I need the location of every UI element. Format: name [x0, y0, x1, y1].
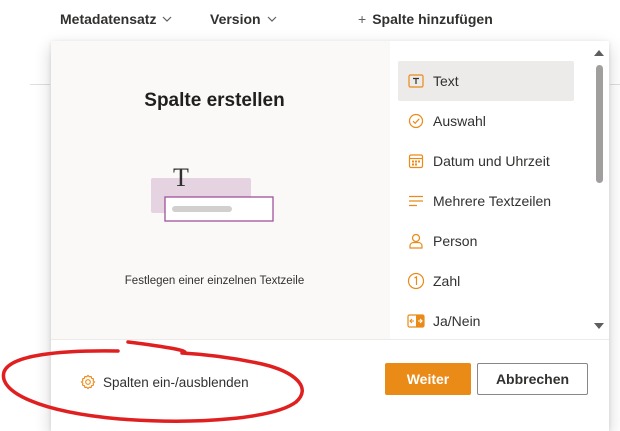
gear-icon	[80, 374, 96, 390]
chevron-down-icon	[267, 16, 277, 22]
column-type-preview: Spalte erstellen T Festlegen einer einze…	[51, 41, 390, 339]
caret-up-icon	[594, 49, 604, 56]
type-item-choice[interactable]: Auswahl	[398, 101, 574, 141]
type-item-label: Datum und Uhrzeit	[433, 153, 550, 169]
type-item-label: Auswahl	[433, 113, 486, 129]
row-divider	[610, 84, 620, 85]
column-header-metadatensatz[interactable]: Metadatensatz	[60, 11, 172, 27]
type-item-number[interactable]: Zahl	[398, 261, 574, 301]
calendar-icon	[407, 152, 425, 170]
type-item-label: Mehrere Textzeilen	[433, 193, 552, 209]
footer-divider	[51, 339, 609, 340]
type-item-label: Zahl	[433, 273, 461, 289]
column-type-list: Text Auswahl Datum und Uhrzeit Mehrere T…	[398, 61, 574, 341]
add-column-label: Spalte hinzufügen	[372, 11, 493, 27]
text-glyph: T	[173, 166, 189, 192]
scrollbar-thumb[interactable]	[596, 65, 603, 183]
row-divider	[30, 84, 50, 85]
column-header-bar: Metadatensatz Version + Spalte hinzufüge…	[0, 0, 620, 41]
yes-no-icon	[407, 312, 425, 330]
number-icon	[407, 272, 425, 290]
type-item-person[interactable]: Person	[398, 221, 574, 261]
next-button[interactable]: Weiter	[385, 363, 471, 395]
type-item-text[interactable]: Text	[398, 61, 574, 101]
scroll-down-arrow[interactable]	[593, 321, 605, 331]
show-hide-columns-link[interactable]: Spalten ein-/ausblenden	[80, 374, 249, 390]
column-header-label: Metadatensatz	[60, 11, 157, 27]
cancel-button[interactable]: Abbrechen	[477, 363, 588, 395]
create-column-panel: Spalte erstellen T Festlegen einer einze…	[51, 41, 609, 431]
caret-down-icon	[594, 322, 604, 329]
person-icon	[407, 232, 425, 250]
scroll-up-arrow[interactable]	[593, 47, 605, 57]
text-icon	[407, 72, 425, 90]
panel-title: Spalte erstellen	[144, 90, 285, 111]
type-item-label: Ja/Nein	[433, 313, 481, 329]
multiline-text-icon	[407, 192, 425, 210]
type-item-label: Text	[433, 73, 459, 89]
type-item-label: Person	[433, 233, 478, 249]
panel-description: Festlegen einer einzelnen Textzeile	[124, 275, 305, 287]
type-item-datetime[interactable]: Datum und Uhrzeit	[398, 141, 574, 181]
column-header-version[interactable]: Version	[210, 11, 277, 27]
choice-icon	[407, 112, 425, 130]
plus-icon: +	[358, 11, 367, 27]
add-column-button[interactable]: + Spalte hinzufügen	[358, 11, 493, 27]
show-hide-columns-label: Spalten ein-/ausblenden	[103, 374, 249, 390]
type-item-yes-no[interactable]: Ja/Nein	[398, 301, 574, 341]
type-item-multiline-text[interactable]: Mehrere Textzeilen	[398, 181, 574, 221]
column-header-label: Version	[210, 11, 261, 27]
text-field-illustration: T	[151, 166, 274, 222]
chevron-down-icon	[163, 16, 172, 22]
